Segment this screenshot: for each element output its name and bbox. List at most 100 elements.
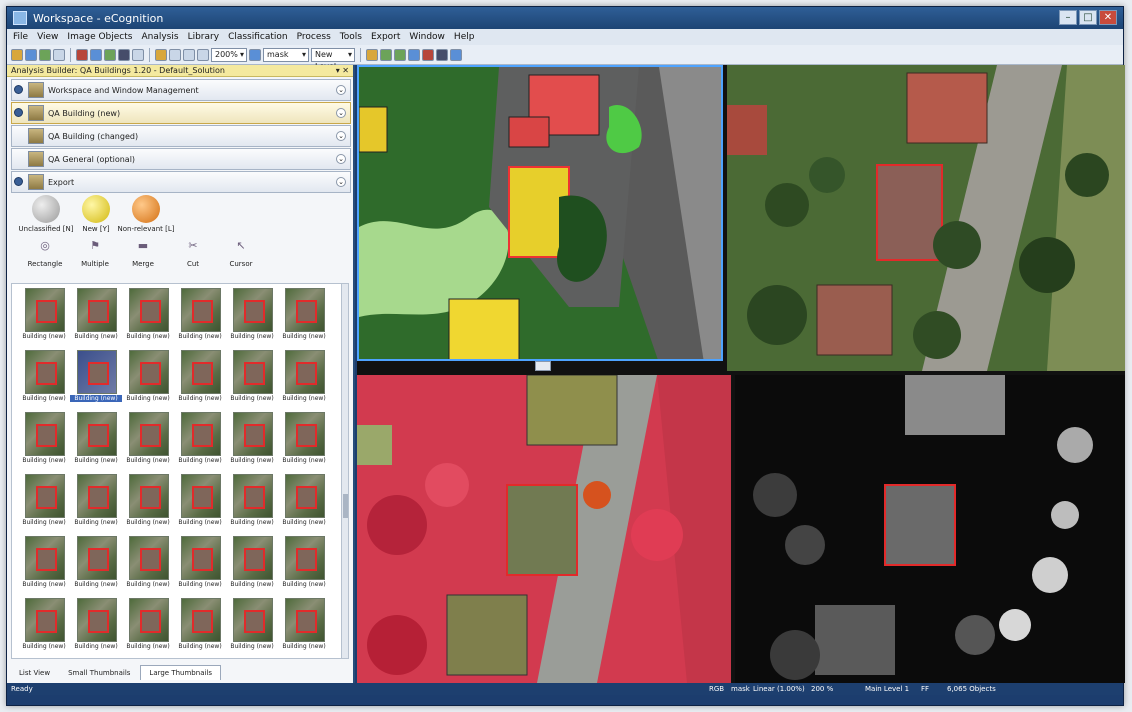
chevron-down-icon[interactable]: ⌄ <box>336 177 346 187</box>
building-thumbnail[interactable]: Building (new) <box>278 348 330 410</box>
splitter-handle[interactable] <box>535 361 551 371</box>
menu-classification[interactable]: Classification <box>228 32 288 42</box>
objects-icon[interactable] <box>118 48 130 61</box>
menu-tools[interactable]: Tools <box>340 32 362 42</box>
menu-file[interactable]: File <box>13 32 28 42</box>
section-qa-building-new[interactable]: QA Building (new) ⌄ <box>11 102 351 124</box>
menu-window[interactable]: Window <box>409 32 445 42</box>
elevation-view[interactable] <box>735 375 1125 683</box>
building-thumbnail[interactable]: Building (new) <box>174 472 226 534</box>
menu-help[interactable]: Help <box>454 32 475 42</box>
zoom-out-icon[interactable] <box>197 48 209 61</box>
rgb-view[interactable] <box>727 65 1125 371</box>
tool-cut-button[interactable]: ✂ Cut <box>173 239 213 268</box>
zoom-combo[interactable]: 200% <box>211 47 247 62</box>
tool-merge-button[interactable]: ▬ Merge <box>123 239 163 268</box>
section-qa-building-changed[interactable]: QA Building (changed) ⌄ <box>11 125 351 147</box>
section-export[interactable]: Export ⌄ <box>11 171 351 193</box>
tab-small-thumbnails[interactable]: Small Thumbnails <box>60 666 138 680</box>
building-thumbnail[interactable]: Building (new) <box>18 472 70 534</box>
building-thumbnail[interactable]: Building (new) <box>226 348 278 410</box>
building-thumbnail[interactable]: Building (new) <box>278 596 330 658</box>
building-thumbnail[interactable]: Building (new) <box>174 596 226 658</box>
false-color-view[interactable] <box>357 375 731 683</box>
splitter-handle[interactable] <box>721 267 723 279</box>
building-thumbnail[interactable]: Building (new) <box>174 410 226 472</box>
building-thumbnail[interactable]: Building (new) <box>70 596 122 658</box>
building-thumbnail[interactable]: Building (new) <box>122 472 174 534</box>
pan-icon[interactable] <box>169 48 181 61</box>
menu-process[interactable]: Process <box>297 32 331 42</box>
properties-icon[interactable] <box>53 48 65 61</box>
tab-list-view[interactable]: List View <box>11 666 58 680</box>
building-thumbnail[interactable]: Building (new) <box>174 286 226 348</box>
fit-icon[interactable] <box>249 48 261 61</box>
section-qa-general[interactable]: QA General (optional) ⌄ <box>11 148 351 170</box>
tool-multiple-button[interactable]: ⚑ Multiple <box>75 239 115 268</box>
building-thumbnail[interactable]: Building (new) <box>18 410 70 472</box>
building-thumbnail[interactable]: Building (new) <box>226 410 278 472</box>
menu-view[interactable]: View <box>37 32 58 42</box>
building-thumbnail[interactable]: Building (new) <box>70 286 122 348</box>
chevron-down-icon[interactable]: ⌄ <box>336 108 346 118</box>
classification-view[interactable] <box>357 65 723 361</box>
building-thumbnail[interactable]: Building (new) <box>226 596 278 658</box>
section-workspace[interactable]: Workspace and Window Management ⌄ <box>11 79 351 101</box>
minimize-button[interactable]: – <box>1059 10 1077 25</box>
open-icon[interactable] <box>11 48 23 61</box>
building-thumbnail[interactable]: Building (new) <box>278 286 330 348</box>
building-thumbnail[interactable]: Building (new) <box>226 534 278 596</box>
chevron-down-icon[interactable]: ⌄ <box>336 131 346 141</box>
building-thumbnail[interactable]: Building (new) <box>70 348 122 410</box>
expand-icon[interactable] <box>14 177 23 186</box>
menu-image-objects[interactable]: Image Objects <box>67 32 132 42</box>
building-thumbnail[interactable]: Building (new) <box>278 534 330 596</box>
new-project-icon[interactable] <box>39 48 51 61</box>
classify-icon[interactable] <box>104 48 116 61</box>
outline-icon[interactable] <box>132 48 144 61</box>
building-thumbnail[interactable]: Building (new) <box>226 472 278 534</box>
zoom-in-icon[interactable] <box>183 48 195 61</box>
chart-icon[interactable] <box>450 48 462 61</box>
building-thumbnail[interactable]: Building (new) <box>278 472 330 534</box>
chevron-down-icon[interactable]: ⌄ <box>336 85 346 95</box>
manual-edit-icon[interactable] <box>366 48 378 61</box>
pointer-icon[interactable] <box>155 48 167 61</box>
building-thumbnail[interactable]: Building (new) <box>278 410 330 472</box>
building-thumbnail[interactable]: Building (new) <box>122 410 174 472</box>
sample-icon[interactable] <box>380 48 392 61</box>
building-thumbnail[interactable]: Building (new) <box>18 348 70 410</box>
menu-library[interactable]: Library <box>188 32 219 42</box>
thumbnail-scrollbar[interactable] <box>341 283 349 659</box>
building-thumbnail[interactable]: Building (new) <box>122 348 174 410</box>
building-thumbnail[interactable]: Building (new) <box>70 534 122 596</box>
layer-icon[interactable] <box>90 48 102 61</box>
menu-export[interactable]: Export <box>371 32 400 42</box>
stop-icon[interactable] <box>422 48 434 61</box>
building-thumbnail[interactable]: Building (new) <box>122 286 174 348</box>
expand-icon[interactable] <box>14 108 23 117</box>
save-icon[interactable] <box>25 48 37 61</box>
tool-cursor-button[interactable]: ↖ Cursor <box>221 239 261 268</box>
tab-large-thumbnails[interactable]: Large Thumbnails <box>140 665 222 680</box>
building-thumbnail[interactable]: Building (new) <box>174 348 226 410</box>
close-button[interactable]: ✕ <box>1099 10 1117 25</box>
building-thumbnail[interactable]: Building (new) <box>122 596 174 658</box>
image-view-icon[interactable] <box>76 48 88 61</box>
process-icon[interactable] <box>394 48 406 61</box>
info-icon[interactable] <box>436 48 448 61</box>
building-thumbnail[interactable]: Building (new) <box>70 410 122 472</box>
building-thumbnail[interactable]: Building (new) <box>226 286 278 348</box>
layer-combo[interactable]: mask <box>263 47 309 62</box>
tool-rectangle-button[interactable]: ◎ Rectangle <box>25 239 65 268</box>
pin-close-icon[interactable]: ▾ ✕ <box>336 65 349 77</box>
scrollbar-thumb[interactable] <box>343 494 348 518</box>
building-thumbnail[interactable]: Building (new) <box>18 534 70 596</box>
execute-icon[interactable] <box>408 48 420 61</box>
maximize-button[interactable]: □ <box>1079 10 1097 25</box>
level-combo[interactable]: New Level <box>311 47 355 71</box>
building-thumbnail[interactable]: Building (new) <box>70 472 122 534</box>
class-non-relevant-button[interactable]: Non-relevant [L] <box>111 195 181 233</box>
building-thumbnail[interactable]: Building (new) <box>18 596 70 658</box>
building-thumbnail[interactable]: Building (new) <box>122 534 174 596</box>
